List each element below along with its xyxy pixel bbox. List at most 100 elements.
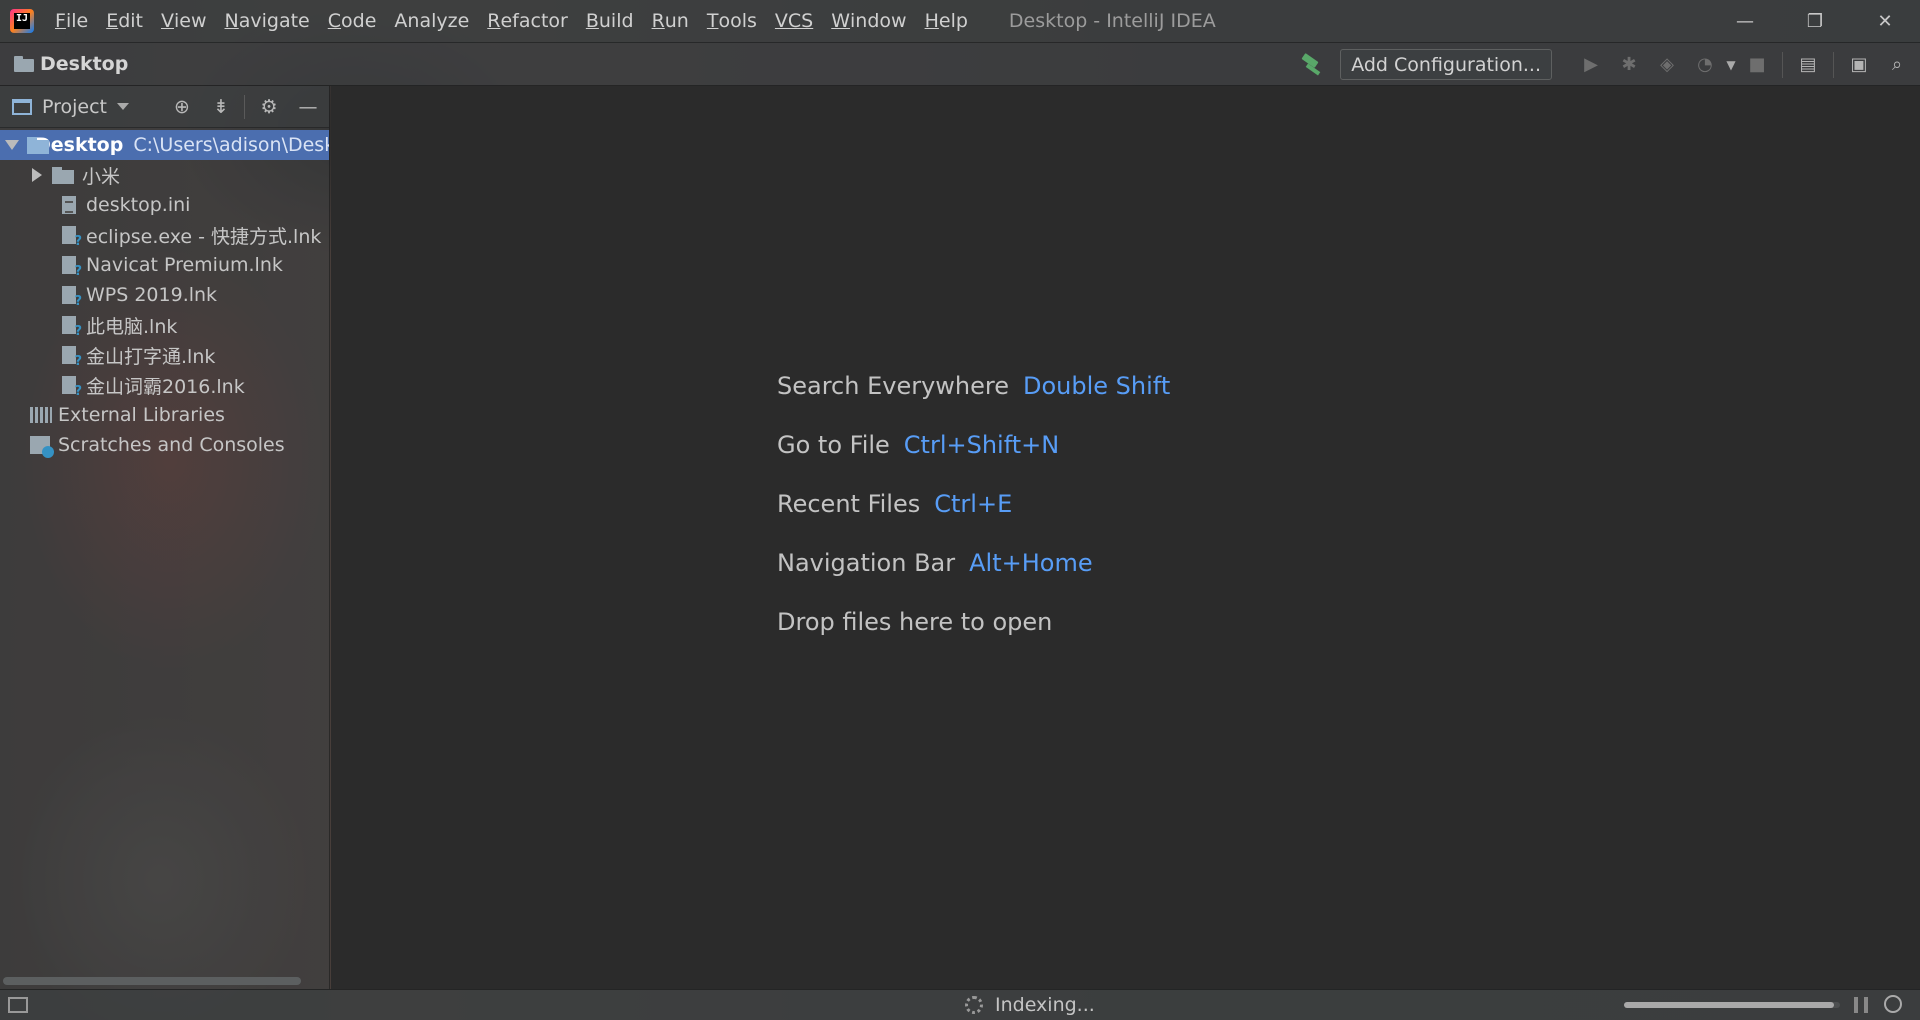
unknown-file-icon [62, 226, 82, 249]
tree-item-label: desktop.ini [86, 194, 191, 216]
hint-recent-files: Recent Files Ctrl+E [777, 474, 1170, 533]
menu-view[interactable]: View [152, 0, 216, 42]
menu-analyze[interactable]: Analyze [385, 0, 478, 42]
hint-go-to-file: Go to File Ctrl+Shift+N [777, 415, 1170, 474]
hint-label: Recent Files [777, 489, 921, 518]
hint-navigation-bar: Navigation Bar Alt+Home [777, 533, 1170, 592]
hide-panel-icon[interactable]: — [293, 92, 323, 122]
folder-icon [52, 166, 74, 184]
tree-item-scratches[interactable]: Scratches and Consoles [0, 430, 329, 460]
search-icon[interactable]: ⌕ [1884, 52, 1910, 78]
navigation-bar: Desktop Add Configuration... ▶ ✱ ◈ ◔ ▼ ■… [0, 43, 1920, 86]
menu-window[interactable]: Window [822, 0, 915, 42]
close-button[interactable]: ✕ [1850, 0, 1920, 43]
hint-label: Go to File [777, 430, 890, 459]
tool-windows-toggle-icon[interactable] [8, 997, 28, 1013]
unknown-file-icon [62, 256, 82, 279]
chevron-down-icon [117, 103, 130, 110]
tree-item-label: 小米 [82, 165, 121, 188]
intellij-logo-icon: IJ [10, 9, 34, 33]
indexing-status[interactable]: Indexing... [965, 994, 1095, 1016]
build-hammer-icon[interactable] [1300, 53, 1324, 77]
text-file-icon [62, 196, 76, 214]
tree-item-label: WPS 2019.lnk [86, 284, 218, 306]
menu-file[interactable]: File [46, 0, 97, 42]
tree-item-folder[interactable]: 小米 [0, 160, 329, 190]
menu-navigate[interactable]: Navigate [216, 0, 319, 42]
library-icon [30, 407, 52, 423]
tree-item-file[interactable]: 此电脑.lnk [0, 310, 329, 340]
tree-item-file[interactable]: eclipse.exe - 快捷方式.lnk [0, 220, 329, 250]
tree-item-label: Navicat Premium.lnk [86, 254, 283, 276]
panel-separator [244, 94, 245, 119]
editor-area[interactable]: Search Everywhere Double Shift Go to Fil… [331, 86, 1920, 989]
menu-vcs[interactable]: VCS [766, 0, 822, 42]
hint-shortcut: Ctrl+Shift+N [903, 430, 1060, 459]
unknown-file-icon [62, 316, 82, 339]
unknown-file-icon [62, 286, 82, 309]
project-tool-window: Project ⊕ ⇟ ⚙ — Desktop C:\Users\adison\… [0, 86, 330, 989]
run-icon[interactable]: ▶ [1578, 52, 1604, 78]
stop-icon[interactable]: ■ [1744, 52, 1770, 78]
minimize-button[interactable]: — [1710, 0, 1780, 43]
project-panel-tools: ⊕ ⇟ ⚙ — [158, 92, 329, 122]
tree-item-external-libraries[interactable]: External Libraries [0, 400, 329, 430]
restore-button[interactable]: ❐ [1780, 0, 1850, 43]
main-menu: File Edit View Navigate Code Analyze Ref… [46, 0, 977, 42]
menu-edit[interactable]: Edit [97, 0, 152, 42]
progress-fill [1624, 1002, 1834, 1008]
pause-icon[interactable] [1854, 997, 1868, 1013]
event-log-icon[interactable] [1884, 995, 1902, 1013]
breadcrumb[interactable]: Desktop [14, 53, 128, 75]
menu-refactor[interactable]: Refactor [478, 0, 577, 42]
hint-label: Search Everywhere [777, 371, 1009, 400]
expand-arrow-icon[interactable] [5, 140, 19, 150]
hint-shortcut: Alt+Home [969, 548, 1093, 577]
project-structure-icon[interactable]: ▤ [1795, 52, 1821, 78]
breadcrumb-desktop: Desktop [40, 53, 129, 75]
gear-icon[interactable]: ⚙ [254, 92, 284, 122]
menu-code[interactable]: Code [319, 0, 386, 42]
hint-shortcut: Double Shift [1023, 371, 1171, 400]
run-toolbar: Add Configuration... ▶ ✱ ◈ ◔ ▼ ■ ▤ ▣ ⌕ [1300, 43, 1920, 86]
add-configuration-button[interactable]: Add Configuration... [1340, 49, 1552, 80]
folder-icon [14, 56, 34, 72]
project-window-icon [12, 98, 32, 115]
debug-icon[interactable]: ✱ [1616, 52, 1642, 78]
chevron-down-icon[interactable]: ▼ [1724, 52, 1738, 78]
collapse-arrow-icon[interactable] [32, 168, 42, 182]
hint-shortcut: Ctrl+E [934, 489, 1013, 518]
tree-item-file[interactable]: 金山打字通.lnk [0, 340, 329, 370]
project-panel-title: Project [42, 95, 108, 118]
tree-item-label: eclipse.exe - 快捷方式.lnk [86, 225, 322, 248]
project-view-selector[interactable]: Project [12, 95, 130, 118]
menu-run[interactable]: Run [643, 0, 698, 42]
unknown-file-icon [62, 346, 82, 369]
empty-editor-hints: Search Everywhere Double Shift Go to Fil… [777, 356, 1170, 651]
hint-search-everywhere: Search Everywhere Double Shift [777, 356, 1170, 415]
menu-tools[interactable]: Tools [698, 0, 766, 42]
locate-icon[interactable]: ⊕ [167, 92, 197, 122]
window-controls: — ❐ ✕ [1710, 0, 1920, 43]
tree-item-label: 金山打字通.lnk [86, 345, 216, 368]
coverage-icon[interactable]: ◈ [1654, 52, 1680, 78]
horizontal-scrollbar[interactable] [3, 977, 301, 985]
tree-item-file[interactable]: 金山词霸2016.lnk [0, 370, 329, 400]
hint-label: Drop files here to open [777, 607, 1053, 636]
tree-item-file[interactable]: Navicat Premium.lnk [0, 250, 329, 280]
menu-help[interactable]: Help [916, 0, 977, 42]
collapse-all-icon[interactable]: ⇟ [206, 92, 236, 122]
hint-drop-files: Drop files here to open [777, 592, 1170, 651]
terminal-icon[interactable]: ▣ [1846, 52, 1872, 78]
indexing-label: Indexing... [995, 994, 1095, 1016]
tree-item-label: Scratches and Consoles [58, 434, 285, 456]
menu-build[interactable]: Build [577, 0, 643, 42]
scratches-icon [30, 436, 54, 458]
window-title: Desktop - IntelliJ IDEA [1008, 10, 1216, 32]
tree-root-desktop[interactable]: Desktop C:\Users\adison\Desktop [0, 130, 329, 160]
tree-item-file[interactable]: WPS 2019.lnk [0, 280, 329, 310]
profile-icon[interactable]: ◔ [1692, 52, 1718, 78]
root-path: C:\Users\adison\Desktop [133, 134, 329, 156]
tree-item-label: 金山词霸2016.lnk [86, 375, 245, 398]
tree-item-file[interactable]: desktop.ini [0, 190, 329, 220]
